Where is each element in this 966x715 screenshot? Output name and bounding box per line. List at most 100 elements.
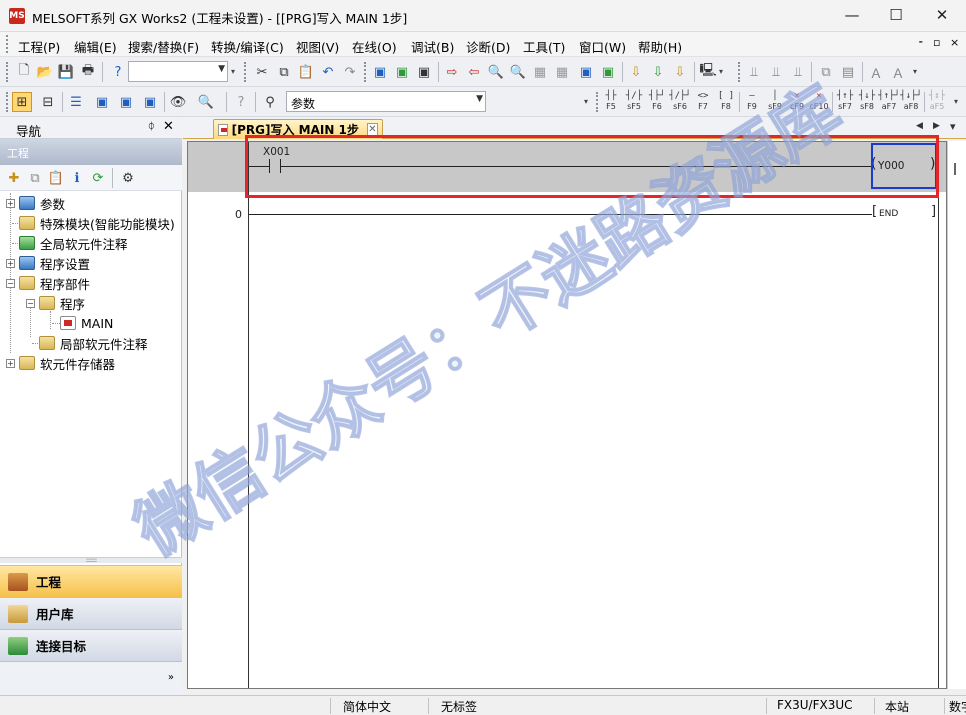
delete-horizontal-line-button[interactable]: ✕ cF9 — [786, 90, 808, 114]
toolbar-overflow-icon[interactable]: ▾ — [719, 67, 723, 76]
undo-icon[interactable]: ↶ — [318, 62, 338, 82]
zoom-icon[interactable]: Ａ — [888, 62, 908, 82]
tree-item-device-memory[interactable]: + 软元件存储器 — [6, 353, 115, 373]
tab-scroll-left-icon[interactable]: ◀ — [916, 121, 923, 131]
dev-test-icon[interactable]: ▣ — [140, 92, 160, 112]
tree-item-main[interactable]: MAIN — [60, 313, 113, 333]
project-selector-combo[interactable]: ▼ — [128, 61, 228, 82]
menu-edit[interactable]: 编辑(E) — [74, 37, 117, 56]
monitor-icon[interactable]: 🔍 — [508, 62, 528, 82]
expand-icon[interactable]: + — [6, 358, 15, 368]
tree-item-global-device-comment[interactable]: 全局软元件注释 — [19, 233, 128, 253]
toolbar-grip-icon[interactable] — [6, 92, 9, 112]
dev-write-icon[interactable]: ▣ — [116, 92, 136, 112]
window-list-icon[interactable]: ☰ — [66, 92, 86, 112]
tree-item-local-device-comment[interactable]: 局部软元件注释 — [39, 333, 148, 353]
device-register-icon[interactable]: ▣ — [598, 62, 618, 82]
menu-debug[interactable]: 调试(B) — [411, 37, 454, 56]
horizontal-line-button[interactable]: — F9 — [741, 90, 763, 114]
contact-b-button[interactable]: ┤/├ sF5 — [623, 90, 645, 114]
compile-icon[interactable]: ⇩ — [648, 62, 668, 82]
menu-window[interactable]: 窗口(W) — [579, 37, 626, 56]
vertical-line-button[interactable]: │ sF9 — [764, 90, 786, 114]
navigation-splitter[interactable]: :::::::::: — [0, 557, 182, 564]
toolbar-overflow-icon[interactable]: ▾ — [231, 67, 235, 76]
open-folder-icon[interactable]: 📂 — [35, 62, 55, 82]
property-icon[interactable]: ℹ — [67, 168, 87, 188]
menu-search-replace[interactable]: 搜索/替换(F) — [128, 37, 199, 56]
comment-edit-icon[interactable]: ▤ — [838, 62, 858, 82]
menu-diagnostics[interactable]: 诊断(D) — [466, 37, 510, 56]
display-options-icon[interactable]: ⚙ — [118, 168, 138, 188]
pin-icon[interactable]: ᛰ — [148, 120, 155, 133]
device-write-icon[interactable]: ▣ — [392, 62, 412, 82]
device-monitor-icon[interactable]: 🔍 — [196, 92, 216, 112]
toolbar-grip-icon[interactable] — [738, 62, 741, 82]
dev-read-icon[interactable]: ▣ — [92, 92, 112, 112]
copy-icon[interactable]: ⧉ — [274, 62, 294, 82]
toolbar-overflow-icon[interactable]: ▾ — [954, 97, 958, 106]
mdi-minimize-button[interactable]: ⁃ — [918, 36, 924, 49]
collapse-icon[interactable]: − — [6, 278, 15, 288]
rising-pulse-button[interactable]: ┤↑├ sF7 — [834, 90, 856, 114]
vertical-scrollbar[interactable] — [947, 141, 966, 689]
tab-scroll-right-icon[interactable]: ▶ — [933, 121, 940, 131]
delete-vertical-line-button[interactable]: ✕ cF10 — [808, 90, 830, 114]
minimize-button[interactable]: — — [829, 0, 875, 32]
search-target-combo[interactable]: 参数 ▼ — [286, 91, 486, 112]
verify-plc-icon[interactable]: 🔍 — [486, 62, 506, 82]
mdi-close-button[interactable]: × — [950, 36, 959, 49]
help-topic-icon[interactable]: ? — [231, 92, 251, 112]
maximize-button[interactable]: ☐ — [873, 0, 919, 32]
scrollbar-thumb[interactable] — [954, 163, 956, 175]
device-read-icon[interactable]: ▣ — [370, 62, 390, 82]
tree-item-program[interactable]: − 程序 — [26, 293, 85, 313]
close-button[interactable]: ✕ — [919, 0, 965, 32]
nav-button-user-library[interactable]: 用户库 — [0, 597, 182, 629]
find-binoculars-icon[interactable]: ⚲ — [260, 92, 280, 112]
help-icon[interactable]: ? — [108, 62, 128, 82]
coil-button[interactable]: <> F7 — [692, 90, 714, 114]
parallel-b-button[interactable]: ┤/├┘ sF6 — [669, 90, 691, 114]
monitor-stop-icon[interactable]: ▦ — [530, 62, 550, 82]
new-data-icon[interactable]: ✚ — [4, 168, 24, 188]
parallel-rising-pulse-button[interactable]: ┤↑├┘ aF7 — [878, 90, 900, 114]
ladder-edit-icon[interactable]: ⫫ — [744, 62, 764, 82]
expand-icon[interactable]: + — [6, 198, 15, 208]
toolbar-grip-icon[interactable] — [596, 92, 599, 112]
close-icon[interactable]: ✕ — [163, 119, 174, 134]
read-from-plc-icon[interactable]: ⇦ — [464, 62, 484, 82]
toolbar-overflow-icon[interactable]: ▾ — [913, 67, 917, 76]
ladder-view-icon[interactable]: ⊞ — [12, 92, 32, 112]
device-batch-icon[interactable]: ▣ — [576, 62, 596, 82]
save-icon[interactable]: 💾 — [56, 62, 76, 82]
new-file-icon[interactable]: 🗋 — [14, 62, 34, 82]
device-verify-icon[interactable]: ▣ — [414, 62, 434, 82]
ladder-insert-icon[interactable]: ⫫ — [766, 62, 786, 82]
nav-button-project[interactable]: 工程 — [0, 565, 182, 597]
copy-data-icon[interactable]: ⧉ — [25, 168, 45, 188]
toolbar-grip-icon[interactable] — [244, 62, 247, 82]
contact-a-button[interactable]: ┤├ F5 — [600, 90, 622, 114]
cut-icon[interactable]: ✂ — [252, 62, 272, 82]
toolbar-grip-icon[interactable] — [6, 62, 9, 82]
tree-item-program-setting[interactable]: + 程序设置 — [6, 253, 90, 273]
paste-data-icon[interactable]: 📋 — [46, 168, 66, 188]
tree-item-pou[interactable]: − 程序部件 — [6, 273, 90, 293]
program-check-icon[interactable]: ⇩ — [626, 62, 646, 82]
nav-button-connection-destination[interactable]: 连接目标 — [0, 629, 182, 661]
redo-icon[interactable]: ↷ — [340, 62, 360, 82]
monitor-write-icon[interactable]: ▦ — [552, 62, 572, 82]
write-to-plc-icon[interactable]: ⇨ — [442, 62, 462, 82]
remote-operation-icon[interactable]: 🖳 — [698, 62, 718, 82]
refresh-icon[interactable]: ⟳ — [88, 168, 108, 188]
tree-item-parameter[interactable]: + 参数 — [6, 193, 65, 213]
menu-help[interactable]: 帮助(H) — [638, 37, 682, 56]
ladder-editor[interactable]: X001 ( Y000 ) 0 [ END ] — [187, 141, 947, 689]
toolbar-overflow-icon[interactable]: ▾ — [584, 97, 588, 106]
toolbar-grip-icon[interactable] — [364, 62, 367, 82]
paste-icon[interactable]: 📋 — [296, 62, 316, 82]
parallel-falling-pulse-button[interactable]: ┤↓├┘ aF8 — [900, 90, 922, 114]
menu-tools[interactable]: 工具(T) — [523, 37, 565, 56]
menubar-grip-icon[interactable] — [6, 35, 9, 53]
